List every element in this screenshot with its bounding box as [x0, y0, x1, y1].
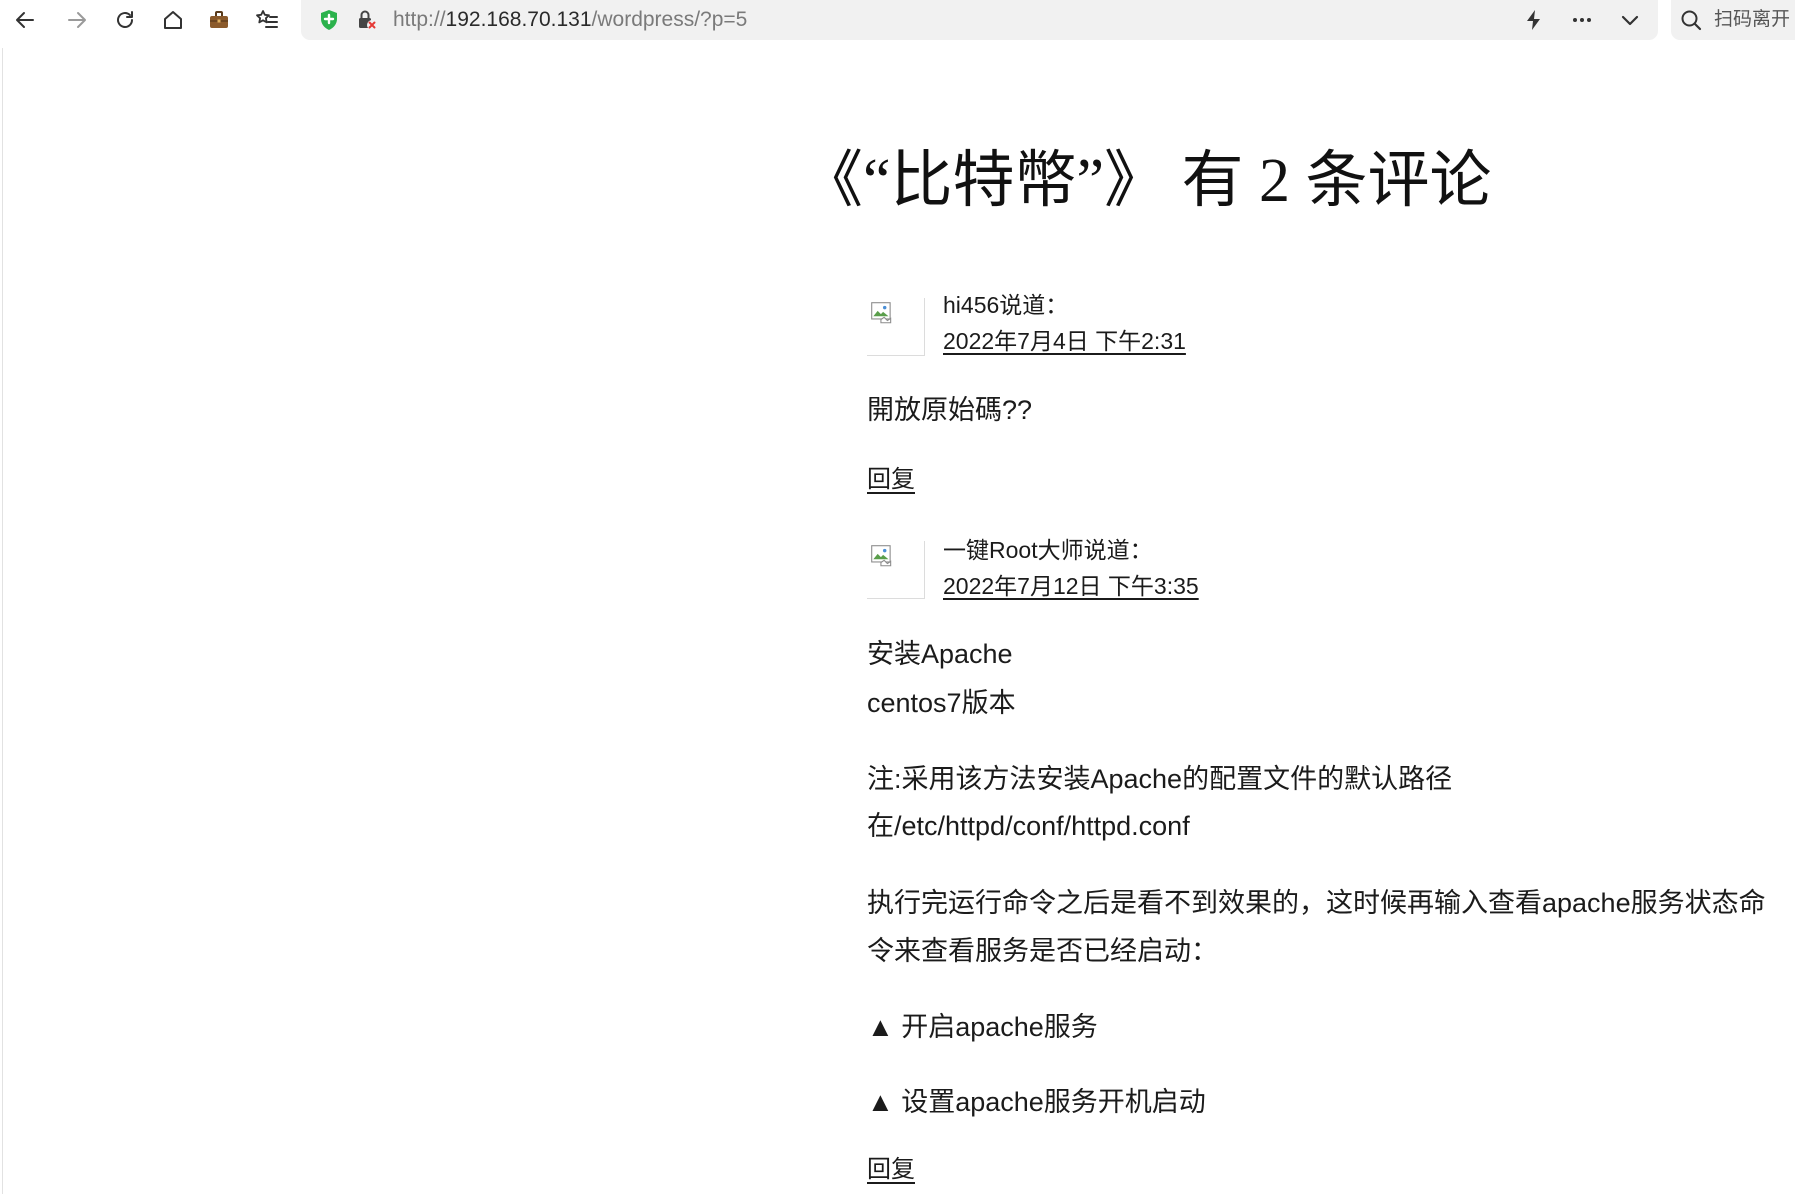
comment-date-link[interactable]: 2022年7月12日 下午3:35 [943, 573, 1199, 599]
comment-says: 说道： [999, 292, 1069, 318]
comment-author: hi456 [943, 292, 1000, 318]
comment-author-line: 一键Root大师说道： [943, 532, 1199, 568]
more-button[interactable] [1570, 8, 1594, 32]
browser-toolbar: http://192.168.70.131/wordpress/?p=5 扫码离 [0, 0, 1795, 42]
broken-image-icon [871, 545, 892, 567]
comment-avatar [867, 298, 925, 356]
home-icon [164, 11, 182, 29]
url-host: 192.168.70.131 [445, 8, 592, 31]
comment-date-link[interactable]: 2022年7月4日 下午2:31 [943, 328, 1186, 354]
favorites-button[interactable] [255, 8, 279, 32]
comment-text-line: 在/etc/httpd/conf/httpd.conf [867, 811, 1190, 841]
more-dots-icon [1573, 18, 1591, 22]
address-dropdown-button[interactable] [1618, 8, 1642, 32]
comment-paragraph: ▲ 开启apache服务 [867, 1003, 1098, 1051]
url-path: /wordpress/?p=5 [591, 8, 748, 31]
connection-info[interactable] [355, 8, 379, 32]
search-button[interactable] [1679, 8, 1703, 32]
reply-link[interactable]: 回复 [867, 456, 915, 504]
search-icon [1681, 10, 1702, 31]
lightning-icon [1527, 10, 1540, 30]
comment-paragraph: 注:采用该方法安装Apache的配置文件的默认路径 在/etc/httpd/co… [867, 756, 1452, 850]
lock-insecure-icon [359, 10, 377, 30]
comment-avatar [867, 541, 925, 599]
page-left-border [2, 48, 3, 1194]
comment-text-line: 安装Apache [867, 639, 1013, 669]
comment-says: 说道： [1083, 537, 1153, 563]
shield-plus-icon [321, 10, 337, 30]
url-scheme: http:// [393, 8, 446, 31]
search-input[interactable]: 扫码离开 [1714, 0, 1795, 40]
security-shield[interactable] [317, 8, 341, 32]
comment-text-line: ▲ 开启apache服务 [867, 1012, 1098, 1042]
comment-meta: hi456说道： 2022年7月4日 下午2:31 [943, 287, 1186, 359]
search-box[interactable]: 扫码离开 [1671, 0, 1795, 40]
comment-text: 開放原始碼?? [867, 386, 1032, 434]
forward-button[interactable] [65, 8, 89, 32]
comment-meta: 一键Root大师说道： 2022年7月12日 下午3:35 [943, 532, 1199, 604]
comment-paragraph: ▲ 设置apache服务开机启动 [867, 1078, 1206, 1126]
comment-text-line: ▲ 设置apache服务开机启动 [867, 1087, 1206, 1117]
reload-icon [117, 11, 133, 28]
briefcase-button[interactable] [207, 8, 231, 32]
comment-paragraph: 执行完运行命令之后是看不到效果的，这时候再输入查看apache服务状态命令来查看… [867, 879, 1767, 975]
comment-text-line: centos7版本 [867, 688, 1016, 718]
url-text[interactable]: http://192.168.70.131/wordpress/?p=5 [393, 0, 747, 40]
home-button[interactable] [161, 8, 185, 32]
broken-image-icon [871, 302, 892, 324]
briefcase-icon [210, 11, 228, 28]
comment-author: 一键Root大师 [943, 537, 1084, 563]
comments-title: 《“比特幣”》 有 2 条评论 [801, 147, 1492, 215]
back-button[interactable] [13, 8, 37, 32]
star-list-icon [256, 10, 278, 28]
reload-button[interactable] [113, 8, 137, 32]
reply-link[interactable]: 回复 [867, 1150, 915, 1190]
comment-text-line: 执行完运行命令之后是看不到效果的，这时候再输入查看apache服务状态命令来查看… [867, 888, 1766, 966]
comment-text-line: 開放原始碼?? [867, 395, 1033, 425]
comment-text-line: 注:采用该方法安装Apache的配置文件的默认路径 [867, 764, 1453, 794]
comment-paragraph: 安装Apache centos7版本 [867, 630, 1016, 728]
arrow-right-icon [68, 12, 86, 28]
arrow-left-icon [16, 12, 34, 28]
speed-mode-button[interactable] [1522, 8, 1546, 32]
chevron-down-icon [1621, 15, 1639, 26]
address-bar[interactable]: http://192.168.70.131/wordpress/?p=5 [301, 0, 1658, 40]
comment-author-line: hi456说道： [943, 287, 1186, 323]
